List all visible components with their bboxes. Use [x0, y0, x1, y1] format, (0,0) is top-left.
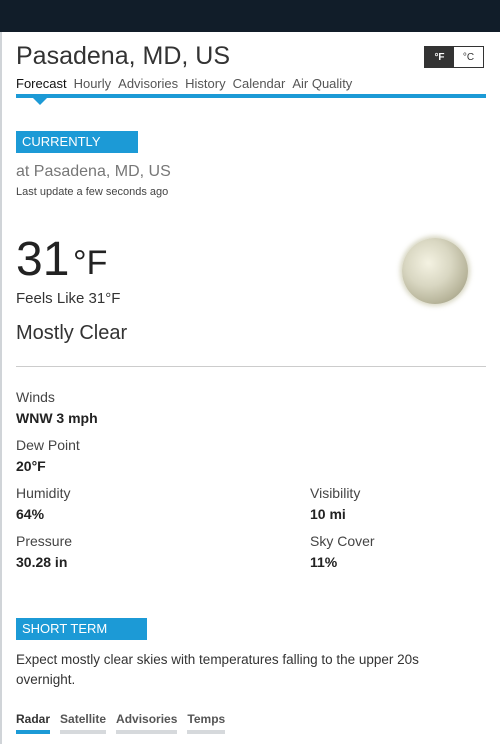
currently-section-label: CURRENTLY — [16, 131, 138, 153]
unit-toggle[interactable]: °F °C — [424, 46, 484, 68]
tab-map-advisories[interactable]: Advisories — [116, 712, 178, 734]
page-title: Pasadena, MD, US — [16, 42, 230, 70]
sky-cover-value: 11% — [310, 554, 338, 570]
tab-radar[interactable]: Radar — [16, 712, 51, 734]
visibility-value: 10 mi — [310, 506, 346, 522]
tab-history[interactable]: History — [185, 76, 225, 91]
current-temperature: 31 — [16, 233, 70, 286]
tab-underline — [16, 94, 486, 98]
humidity-label: Humidity — [16, 485, 71, 501]
winds-label: Winds — [16, 389, 55, 405]
map-tabs: Radar Satellite Advisories Temps — [16, 712, 225, 734]
moon-icon — [402, 238, 468, 304]
dew-point-label: Dew Point — [16, 437, 80, 453]
sky-cover-label: Sky Cover — [310, 533, 375, 549]
short-term-forecast: Expect mostly clear skies with temperatu… — [16, 652, 419, 687]
humidity-value: 64% — [16, 506, 45, 522]
pressure-label: Pressure — [16, 533, 73, 549]
celsius-button[interactable]: °C — [454, 47, 483, 67]
active-tab-caret — [33, 98, 47, 105]
current-location: at Pasadena, MD, US — [16, 163, 171, 180]
dew-point-value: 20°F — [16, 458, 46, 474]
top-bar — [0, 0, 500, 32]
divider — [16, 366, 486, 367]
fahrenheit-button[interactable]: °F — [425, 47, 454, 67]
tab-temps[interactable]: Temps — [187, 712, 225, 734]
visibility-label: Visibility — [310, 485, 361, 501]
tab-advisories[interactable]: Advisories — [118, 76, 178, 91]
tab-forecast[interactable]: Forecast — [16, 76, 67, 91]
tab-calendar[interactable]: Calendar — [233, 76, 286, 91]
last-update: Last update a few seconds ago — [16, 186, 169, 198]
tab-satellite[interactable]: Satellite — [60, 712, 107, 734]
winds-value: WNW 3 mph — [16, 410, 98, 426]
short-term-section-label: SHORT TERM — [16, 618, 147, 640]
forecast-tabs: Forecast Hourly Advisories History Calen… — [16, 76, 352, 91]
temperature-unit: °F — [73, 244, 108, 282]
pressure-value: 30.28 in — [16, 554, 68, 570]
tab-air-quality[interactable]: Air Quality — [292, 76, 352, 91]
feels-like: Feels Like 31°F — [16, 290, 121, 307]
tab-hourly[interactable]: Hourly — [74, 76, 112, 91]
weather-condition: Mostly Clear — [16, 322, 128, 344]
